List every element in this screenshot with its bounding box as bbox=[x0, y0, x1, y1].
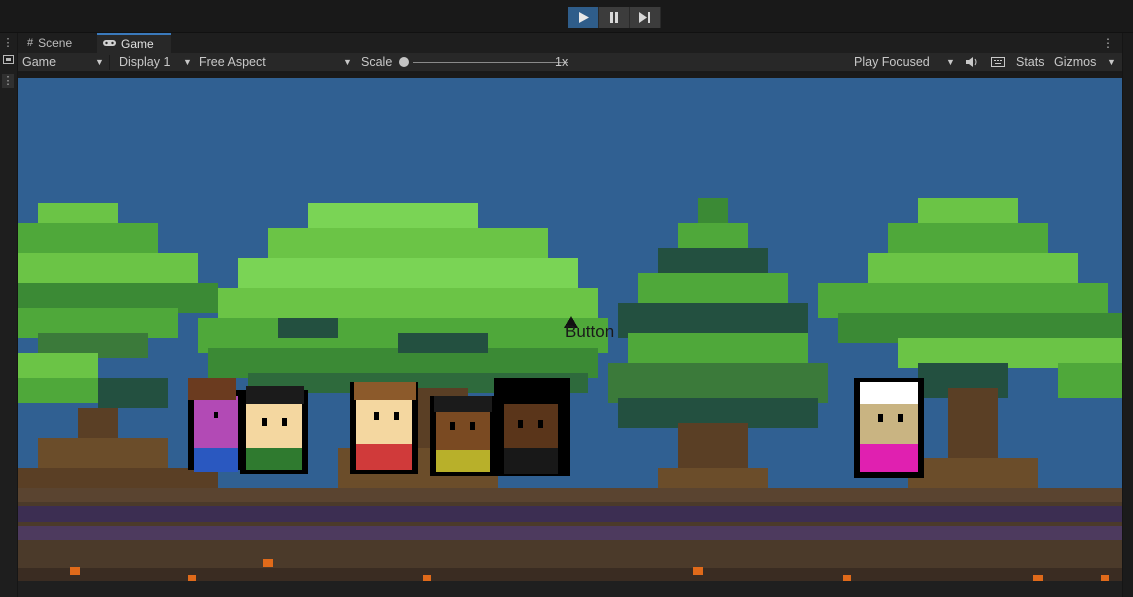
scale-slider-track[interactable] bbox=[413, 62, 568, 63]
character-curly bbox=[430, 396, 496, 476]
character-white-hair bbox=[854, 378, 924, 478]
left-gutter: ⋮ ⋮ bbox=[0, 33, 18, 597]
divider bbox=[109, 55, 110, 70]
more-icon[interactable]: ⋮ bbox=[2, 74, 14, 88]
step-button[interactable] bbox=[630, 7, 661, 28]
play-button[interactable] bbox=[568, 7, 599, 28]
character-brown-hair bbox=[350, 382, 418, 474]
stats-button[interactable]: Stats bbox=[1016, 53, 1045, 72]
scale-value: 1x bbox=[555, 55, 569, 69]
character-afro bbox=[494, 378, 570, 476]
gamepad-icon bbox=[103, 38, 116, 50]
scale-slider-handle[interactable] bbox=[399, 57, 409, 67]
view-dropdown[interactable]: Game bbox=[22, 53, 56, 72]
chevron-down-icon: ▼ bbox=[95, 57, 104, 67]
tab-game[interactable]: Game bbox=[97, 33, 171, 53]
step-icon bbox=[639, 12, 650, 23]
scale-label: Scale bbox=[361, 55, 393, 69]
audio-mute-icon[interactable] bbox=[966, 53, 978, 72]
canvas-button-text[interactable]: Button bbox=[565, 322, 614, 341]
pause-button[interactable] bbox=[599, 7, 630, 28]
game-options-bar: Game ▼ Display 1 ▼ Free Aspect ▼ Scale 1… bbox=[18, 53, 1122, 72]
more-icon[interactable]: ⋮ bbox=[2, 36, 14, 50]
chevron-down-icon: ▼ bbox=[1107, 57, 1116, 67]
more-icon[interactable]: ⋮ bbox=[1102, 36, 1114, 50]
play-mode-dropdown[interactable]: Play Focused bbox=[854, 53, 930, 72]
play-toolbar bbox=[0, 0, 1133, 33]
game-render: Button bbox=[18, 78, 1122, 581]
ground bbox=[18, 488, 1122, 581]
camera-overlay-icon[interactable] bbox=[2, 55, 14, 69]
grid-icon: # bbox=[27, 37, 34, 49]
character-dark-hair bbox=[240, 386, 308, 474]
tab-label: Scene bbox=[38, 36, 73, 50]
display-dropdown[interactable]: Display 1 bbox=[119, 53, 170, 72]
play-icon bbox=[578, 12, 589, 23]
character-purple bbox=[188, 378, 244, 472]
chevron-down-icon: ▼ bbox=[946, 57, 955, 67]
pause-icon bbox=[610, 12, 618, 23]
tab-label: Game bbox=[121, 37, 154, 51]
chevron-down-icon: ▼ bbox=[183, 57, 192, 67]
gizmos-button[interactable]: Gizmos bbox=[1054, 53, 1096, 72]
tab-scene[interactable]: # Scene bbox=[21, 33, 93, 53]
tab-bar: # Scene Game ⋮ bbox=[18, 33, 1122, 53]
chevron-down-icon: ▼ bbox=[343, 57, 352, 67]
keyboard-icon[interactable] bbox=[991, 53, 1005, 72]
status-bar bbox=[18, 581, 1122, 597]
right-edge-panel bbox=[1122, 33, 1133, 597]
aspect-dropdown[interactable]: Free Aspect bbox=[199, 53, 266, 72]
play-controls bbox=[568, 7, 661, 28]
game-view[interactable]: Button bbox=[18, 73, 1122, 581]
